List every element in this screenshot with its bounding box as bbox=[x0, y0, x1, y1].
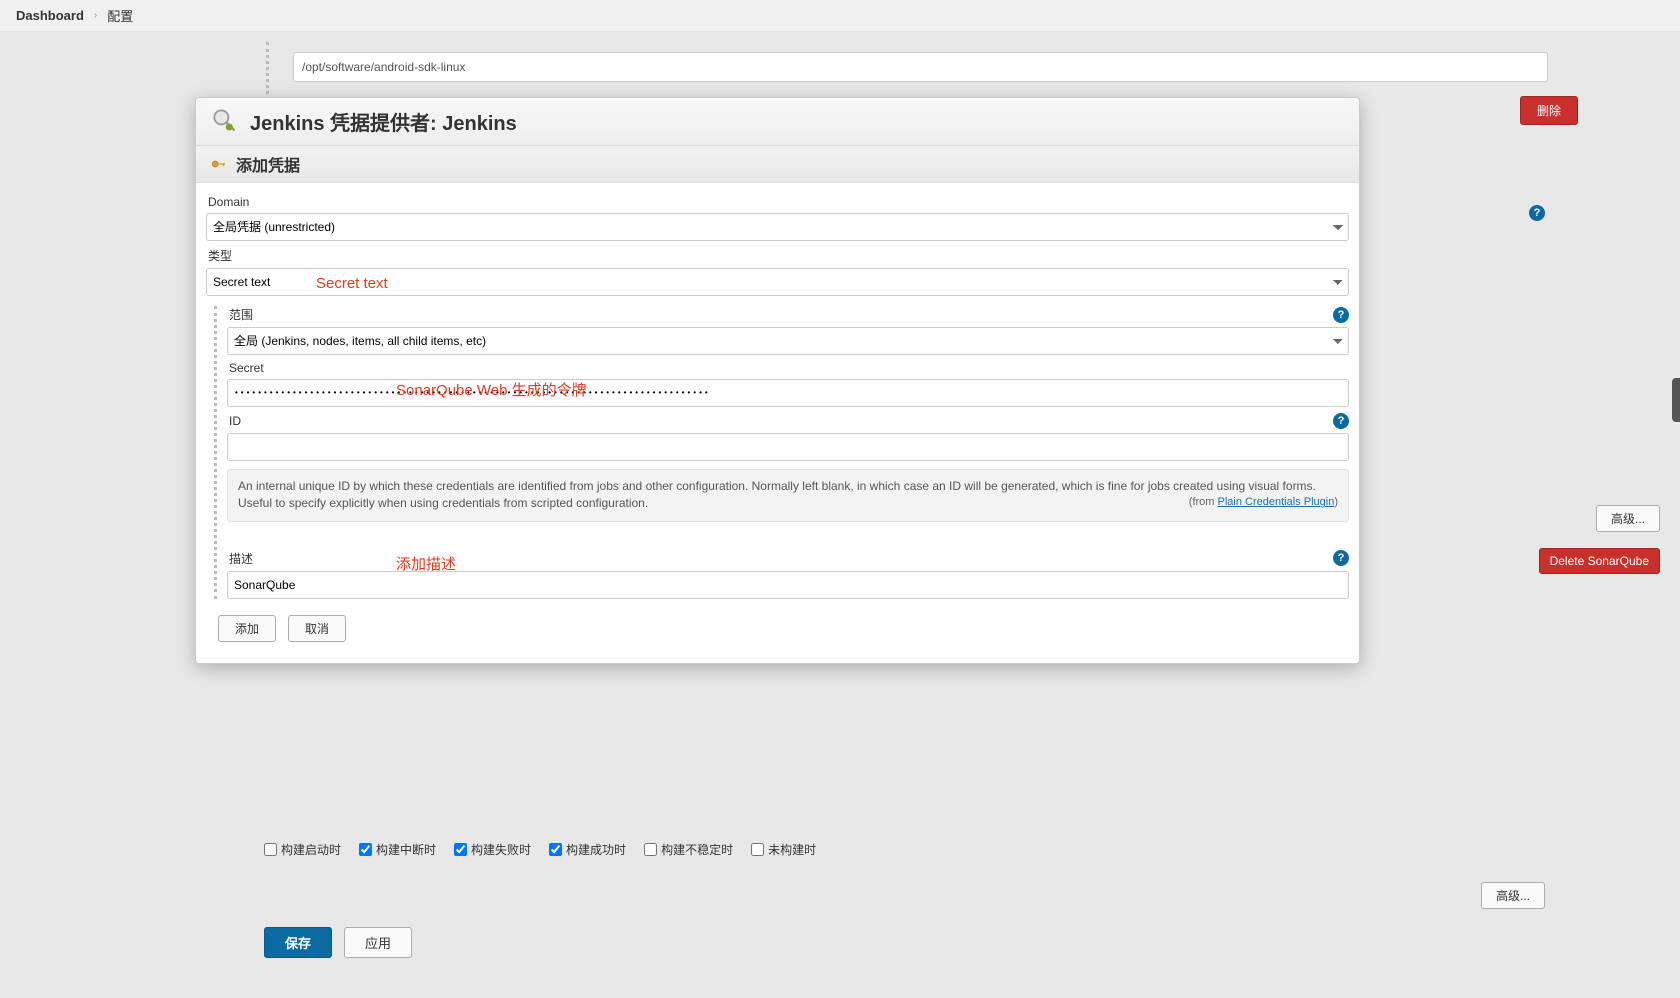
checkbox-build-unstable[interactable]: 构建不稳定时 bbox=[644, 841, 733, 858]
desc-label: 描述 bbox=[229, 550, 253, 567]
desc-input[interactable] bbox=[227, 571, 1349, 599]
advanced-button-1[interactable]: 高级... bbox=[1596, 505, 1660, 532]
save-button[interactable]: 保存 bbox=[264, 927, 332, 958]
id-input[interactable] bbox=[227, 433, 1349, 461]
secret-label: Secret bbox=[229, 361, 1349, 375]
id-help-icon[interactable]: ? bbox=[1333, 413, 1349, 429]
chevron-right-icon: › bbox=[94, 10, 97, 21]
id-help-box: An internal unique ID by which these cre… bbox=[227, 469, 1349, 522]
scope-label: 范围 bbox=[229, 306, 253, 323]
modal-title-bar: Jenkins 凭据提供者: Jenkins bbox=[196, 98, 1359, 146]
checkbox-build-fail[interactable]: 构建失败时 bbox=[454, 841, 531, 858]
android-sdk-path-input[interactable] bbox=[293, 52, 1548, 82]
id-help-from: (from Plain Credentials Plugin) bbox=[1189, 495, 1338, 511]
key-icon bbox=[210, 155, 228, 173]
checkbox-not-built[interactable]: 未构建时 bbox=[751, 841, 816, 858]
breadcrumb: Dashboard › 配置 bbox=[0, 0, 1680, 32]
id-label: ID bbox=[229, 414, 241, 428]
apply-button[interactable]: 应用 bbox=[344, 927, 412, 958]
side-tab-handle[interactable] bbox=[1672, 378, 1680, 422]
modal-subhead-text: 添加凭据 bbox=[236, 152, 300, 176]
notify-checkboxes-row: 构建启动时 构建中断时 构建失败时 构建成功时 构建不稳定时 未构建时 bbox=[264, 841, 1660, 858]
type-select[interactable]: Secret text bbox=[206, 268, 1349, 296]
advanced-button-2[interactable]: 高级... bbox=[1481, 882, 1545, 909]
checkbox-build-start[interactable]: 构建启动时 bbox=[264, 841, 341, 858]
checkbox-build-success[interactable]: 构建成功时 bbox=[549, 841, 626, 858]
add-button[interactable]: 添加 bbox=[218, 615, 276, 642]
help-icon[interactable]: ? bbox=[1529, 205, 1545, 221]
modal-title: Jenkins 凭据提供者: Jenkins bbox=[250, 107, 517, 136]
domain-select[interactable]: 全局凭据 (unrestricted) bbox=[206, 213, 1349, 241]
scope-help-icon[interactable]: ? bbox=[1333, 307, 1349, 323]
plain-credentials-plugin-link[interactable]: Plain Credentials Plugin bbox=[1218, 496, 1335, 508]
desc-help-icon[interactable]: ? bbox=[1333, 550, 1349, 566]
type-label: 类型 bbox=[208, 247, 1349, 264]
breadcrumb-current: 配置 bbox=[107, 6, 133, 25]
cancel-button[interactable]: 取消 bbox=[288, 615, 346, 642]
credentials-modal: Jenkins 凭据提供者: Jenkins 添加凭据 Domain 全局凭据 … bbox=[195, 97, 1360, 664]
delete-sonarqube-button[interactable]: Delete SonarQube bbox=[1539, 548, 1660, 574]
breadcrumb-home[interactable]: Dashboard bbox=[16, 8, 84, 23]
secret-input[interactable] bbox=[227, 379, 1349, 407]
scope-select[interactable]: 全局 (Jenkins, nodes, items, all child ite… bbox=[227, 327, 1349, 355]
id-help-text: An internal unique ID by which these cre… bbox=[238, 479, 1316, 510]
delete-button[interactable]: 删除 bbox=[1520, 96, 1578, 125]
modal-subhead: 添加凭据 bbox=[196, 146, 1359, 183]
jenkins-credentials-icon bbox=[210, 106, 238, 137]
domain-label: Domain bbox=[208, 195, 1349, 209]
checkbox-build-abort[interactable]: 构建中断时 bbox=[359, 841, 436, 858]
